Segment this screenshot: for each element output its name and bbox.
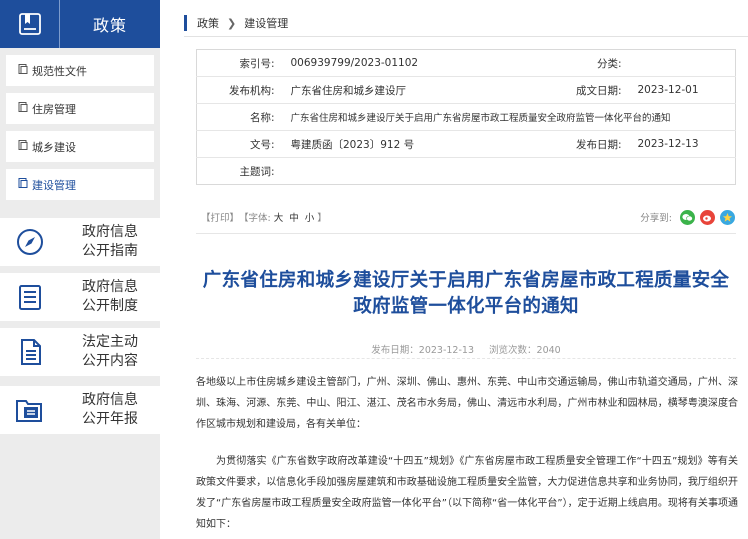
article-pubinfo: 发布日期：2023-12-13 浏览次数：2040: [196, 342, 736, 356]
document-icon: [18, 140, 28, 153]
article-pub-date: 发布日期：2023-12-13: [371, 345, 474, 356]
meta-value-index: 006939799/2023-01102: [278, 49, 566, 77]
compass-icon: [0, 227, 60, 257]
document-meta-table: 索引号: 006939799/2023-01102 分类: 发布机构: 广东省住…: [196, 49, 736, 185]
sidebar-link-text: 政府信息 公开制度: [82, 279, 138, 314]
meta-label-pubdate: 发布日期:: [565, 130, 626, 158]
wechat-icon[interactable]: [680, 209, 695, 225]
article-views: 浏览次数：2040: [489, 345, 561, 356]
chevron-right-icon: ❯: [227, 16, 237, 30]
sidebar-link-label: 法定主动 公开内容: [60, 333, 160, 371]
sidebar-link-text: 法定主动 公开内容: [82, 334, 138, 369]
sidebar-item-label: 住房管理: [32, 102, 76, 116]
main-content: 政策 ❯ 建设管理 索引号: 006939799/2023-01102 分类: …: [176, 0, 748, 539]
font-size-close: 】: [317, 213, 327, 224]
meta-label-docno: 文号:: [196, 130, 279, 158]
print-button[interactable]: 【打印】: [201, 210, 239, 224]
meta-value-created: 2023-12-01: [625, 76, 736, 104]
breadcrumb-item-policy[interactable]: 政策: [197, 15, 219, 31]
sidebar-item-construction-mgmt[interactable]: 建设管理: [6, 169, 154, 200]
sidebar-item-urban-rural[interactable]: 城乡建设: [6, 131, 154, 162]
meta-row: 发布机构: 广东省住房和城乡建设厅 成文日期: 2023-12-01: [196, 76, 736, 104]
sidebar-title: 政策: [92, 16, 127, 35]
share-bar: 分享到:: [640, 209, 735, 225]
sidebar-item-label: 建设管理: [32, 178, 76, 192]
document-icon: [18, 64, 28, 77]
meta-label-name: 名称:: [196, 103, 279, 131]
sidebar-link-statutory-content[interactable]: 法定主动 公开内容: [0, 328, 160, 376]
meta-label-publisher: 发布机构:: [196, 76, 279, 104]
weibo-icon[interactable]: [700, 209, 715, 225]
article-paragraph-1: 各地级以上市住房城乡建设主管部门，广州、深圳、佛山、惠州、东莞、中山市交通运输局…: [196, 377, 738, 430]
sidebar-link-label: 政府信息 公开指南: [60, 223, 160, 261]
breadcrumb: 政策 ❯ 建设管理: [184, 13, 288, 33]
meta-row: 主题词:: [197, 158, 736, 185]
document-list-icon: [0, 282, 60, 312]
report-folder-icon: [0, 395, 60, 425]
meta-value-name: 广东省住房和城乡建设厅关于启用广东省房屋市政工程质量安全政府监管一体化平台的通知: [278, 103, 736, 131]
meta-label-category: 分类:: [565, 49, 626, 77]
sidebar-link-disclosure-guide[interactable]: 政府信息 公开指南: [0, 218, 160, 266]
breadcrumb-item-construction[interactable]: 建设管理: [244, 15, 288, 31]
sidebar-link-label: 政府信息 公开制度: [60, 278, 160, 316]
meta-value-subject: [279, 158, 736, 185]
sidebar-link-text: 政府信息 公开指南: [82, 224, 138, 259]
divider: [196, 233, 736, 234]
article-paragraph-2: 为贯彻落实《广东省数字政府改革建设“十四五”规划》《广东省房屋市政工程质量安全管…: [196, 456, 738, 530]
document-icon: [18, 102, 28, 115]
sidebar-menu: 规范性文件 住房管理 城乡建设 建设管理: [6, 55, 154, 207]
meta-value-docno: 粤建质函〔2023〕912 号: [278, 130, 566, 158]
meta-label-index: 索引号:: [196, 49, 279, 77]
meta-label-created: 成文日期:: [565, 76, 626, 104]
sidebar-link-text: 政府信息 公开年报: [82, 392, 138, 427]
meta-value-publisher: 广东省住房和城乡建设厅: [278, 76, 566, 104]
book-icon: [0, 0, 60, 48]
meta-label-subject: 主题词:: [239, 165, 275, 178]
meta-value-category: [625, 49, 736, 77]
sidebar: 政策 规范性文件 住房管理 城乡建设 建设管理 政府信息 公开指南 政府信息 公…: [0, 0, 160, 539]
share-label: 分享到:: [640, 213, 672, 224]
sidebar-item-label: 城乡建设: [32, 140, 76, 154]
sidebar-item-regulatory-docs[interactable]: 规范性文件: [6, 55, 154, 86]
divider: [196, 358, 736, 359]
font-medium-button[interactable]: 中: [289, 210, 299, 224]
divider: [184, 36, 748, 37]
sidebar-link-annual-report[interactable]: 政府信息 公开年报: [0, 386, 160, 434]
sidebar-item-label: 规范性文件: [32, 64, 87, 78]
sidebar-link-label: 政府信息 公开年报: [60, 391, 160, 429]
breadcrumb-accent-bar: [184, 15, 187, 31]
sidebar-item-housing[interactable]: 住房管理: [6, 93, 154, 124]
document-icon: [18, 178, 28, 191]
article-title: 广东省住房和城乡建设厅关于启用广东省房屋市政工程质量安全政府监管一体化平台的通知: [202, 270, 730, 317]
meta-value-pubdate: 2023-12-13: [625, 130, 736, 158]
sidebar-header: 政策: [0, 0, 160, 48]
meta-row: 索引号: 006939799/2023-01102 分类:: [196, 49, 736, 77]
meta-row: 文号: 粤建质函〔2023〕912 号 发布日期: 2023-12-13: [196, 130, 736, 158]
font-large-button[interactable]: 大: [274, 210, 284, 224]
meta-row: 名称: 广东省住房和城乡建设厅关于启用广东省房屋市政工程质量安全政府监管一体化平…: [196, 103, 736, 131]
font-size-label: 【字体:: [239, 213, 271, 224]
document-text-icon: [0, 337, 60, 367]
sidebar-link-disclosure-system[interactable]: 政府信息 公开制度: [0, 273, 160, 321]
qzone-icon[interactable]: [720, 209, 735, 225]
article-toolbar: 【打印】 【字体: 大 中 小 】 分享到:: [201, 205, 735, 229]
font-small-button[interactable]: 小: [305, 210, 315, 224]
